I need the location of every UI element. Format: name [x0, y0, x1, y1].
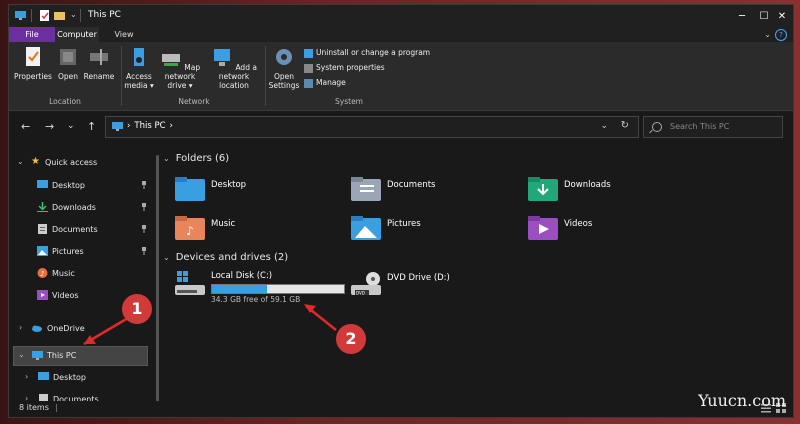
watermark-text: Yuucn.com	[698, 391, 786, 410]
callout-badge-2: 2	[336, 324, 366, 354]
annotation-arrows	[83, 304, 337, 346]
callout-badge-1: 1	[122, 294, 152, 324]
arrow-1-head	[84, 335, 96, 344]
